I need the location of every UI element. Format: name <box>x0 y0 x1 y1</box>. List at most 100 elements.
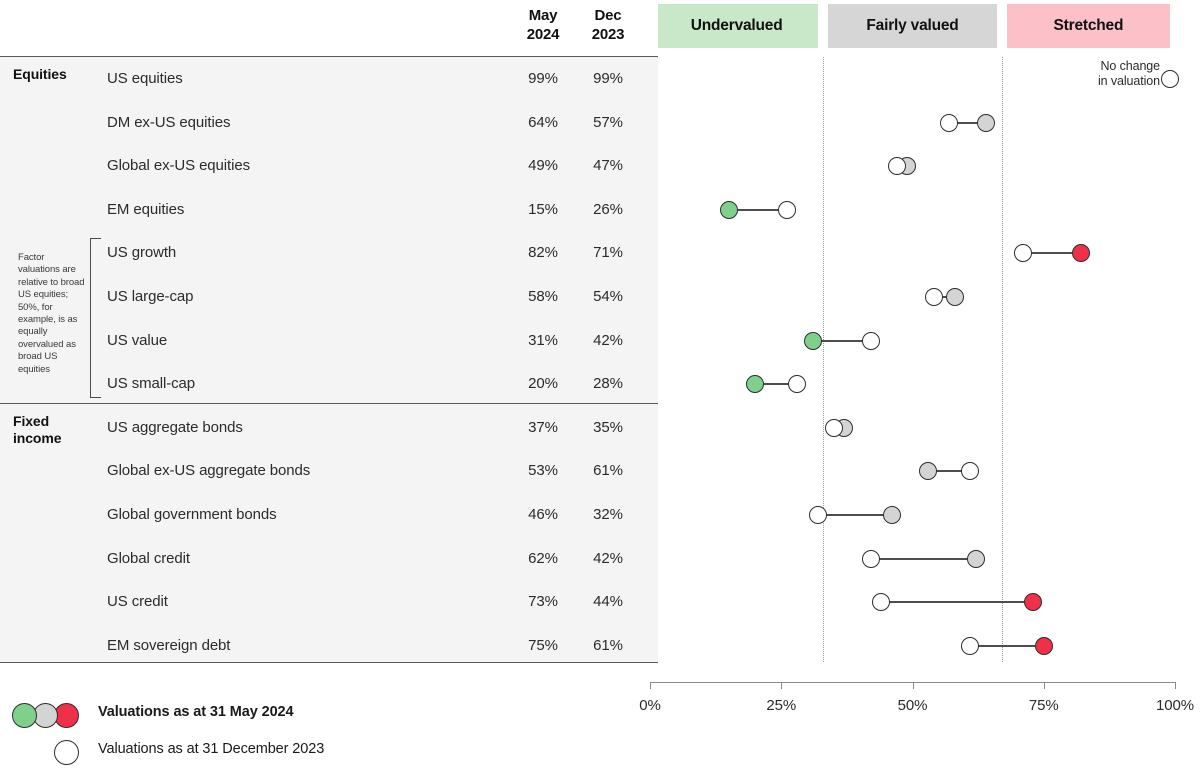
row-label: US credit <box>107 593 168 610</box>
axis-tick <box>1175 682 1176 689</box>
legend-label-current: Valuations as at 31 May 2024 <box>98 704 294 720</box>
legend-swatches-previous <box>12 737 88 767</box>
row-value-dec-2023: 47% <box>593 157 623 174</box>
dot-may-2024 <box>977 114 995 132</box>
connector-line <box>1022 252 1081 254</box>
dot-may-2024 <box>966 550 985 568</box>
gridline-67pct <box>1001 57 1003 662</box>
row-label: Global ex-US equities <box>107 157 250 174</box>
connector-line <box>755 383 797 385</box>
row-value-may-2024: 58% <box>528 288 558 305</box>
connector-line <box>949 122 986 124</box>
dot-dec-2023 <box>861 550 880 568</box>
row-value-dec-2023: 61% <box>593 637 623 654</box>
row-label: Global ex-US aggregate bonds <box>107 462 311 479</box>
row-value-dec-2023: 28% <box>593 375 623 392</box>
group-label-fixed-income: Fixed income <box>13 413 62 447</box>
axis-tick <box>650 682 651 689</box>
group-label-equities: Equities <box>13 66 67 83</box>
row-value-may-2024: 37% <box>528 419 558 436</box>
row-value-may-2024: 46% <box>528 506 558 523</box>
row-label: US growth <box>107 244 177 261</box>
group-label-fixed-line1: Fixed <box>13 413 50 429</box>
dot-dec-2023 <box>1160 70 1179 88</box>
dot-dec-2023 <box>940 114 959 132</box>
axis-tick-label: 0% <box>639 697 661 714</box>
row-value-dec-2023: 26% <box>593 201 623 218</box>
row-value-may-2024: 20% <box>528 375 558 392</box>
axis-tick-label: 50% <box>897 697 928 714</box>
row-value-may-2024: 31% <box>528 332 558 349</box>
row-value-dec-2023: 44% <box>593 593 623 610</box>
factor-group-bracket <box>90 238 101 398</box>
row-label: US value <box>107 332 168 349</box>
row-value-may-2024: 62% <box>528 550 558 567</box>
row-label: US small-cap <box>107 375 195 392</box>
valuation-chart-page: Undervalued Fairly valued Stretched May 20… <box>0 0 1200 772</box>
connector-line <box>928 470 971 472</box>
row-value-may-2024: 75% <box>528 637 558 654</box>
legend-label-previous: Valuations as at 31 December 2023 <box>98 741 325 757</box>
dot-dec-2023 <box>961 462 980 480</box>
dot-dec-2023 <box>924 288 943 306</box>
connector-line <box>881 601 1034 603</box>
axis-tick <box>912 682 914 689</box>
column-header-may-line1: May <box>528 7 558 24</box>
no-change-annotation: No change in valuation <box>1075 59 1160 89</box>
connector-line <box>818 514 892 516</box>
row-label: Global credit <box>107 550 190 567</box>
legend-swatch-previous <box>54 740 79 765</box>
dot-dec-2023 <box>777 201 796 219</box>
no-change-line1: No change <box>1100 59 1160 73</box>
band-stretched: Stretched <box>1006 4 1170 48</box>
column-header-may-2024: May 2024 <box>513 6 573 44</box>
divider-table-bottom <box>0 662 658 663</box>
dot-dec-2023 <box>961 637 980 655</box>
dot-dec-2023 <box>887 157 906 175</box>
dot-may-2024 <box>835 419 854 437</box>
row-label: US equities <box>107 70 183 87</box>
dot-dec-2023 <box>809 506 827 524</box>
dot-may-2024 <box>919 462 938 480</box>
row-value-dec-2023: 35% <box>593 419 623 436</box>
axis-tick-label: 25% <box>766 697 797 714</box>
group-label-fixed-line2: income <box>13 430 62 446</box>
dot-may-2024 <box>945 288 964 306</box>
connector-line <box>933 296 955 298</box>
row-value-may-2024: 64% <box>528 114 558 131</box>
column-header-may-line2: 2024 <box>526 26 560 43</box>
dot-may-2024 <box>803 332 822 350</box>
dot-may-2024 <box>719 201 738 219</box>
dot-dec-2023 <box>1013 244 1032 262</box>
dot-may-2024 <box>746 375 764 393</box>
no-change-line2: in valuation <box>1097 74 1160 88</box>
dot-may-2024 <box>898 157 917 175</box>
row-value-dec-2023: 42% <box>593 550 623 567</box>
row-value-dec-2023: 61% <box>593 462 623 479</box>
row-value-may-2024: 82% <box>528 244 558 261</box>
row-value-may-2024: 53% <box>528 462 558 479</box>
column-header-dec-2023: Dec 2023 <box>578 6 638 44</box>
dot-dec-2023 <box>861 332 880 350</box>
row-value-dec-2023: 57% <box>593 114 623 131</box>
axis-tick <box>781 682 783 689</box>
chart-legend: Valuations as at 31 May 2024 Valuations … <box>12 700 572 770</box>
dot-dec-2023 <box>824 419 843 437</box>
dot-may-2024 <box>1071 244 1090 262</box>
row-value-may-2024: 73% <box>528 593 558 610</box>
axis-tick-label: 100% <box>1156 697 1194 714</box>
divider-equities-fixedincome <box>0 403 658 404</box>
row-label: DM ex-US equities <box>107 114 231 131</box>
row-label: EM equities <box>107 201 185 218</box>
dot-may-2024 <box>882 506 901 524</box>
connector-line <box>812 340 871 342</box>
row-value-dec-2023: 99% <box>593 70 623 87</box>
group-label-equities-line1: Equities <box>13 66 67 82</box>
row-label: Global government bonds <box>107 506 277 523</box>
row-value-may-2024: 49% <box>528 157 558 174</box>
row-value-dec-2023: 42% <box>593 332 623 349</box>
connector-line <box>728 209 787 211</box>
dot-dec-2023 <box>872 593 890 611</box>
factor-valuation-note: Factor valuations are relative to broad … <box>18 252 85 375</box>
row-value-dec-2023: 54% <box>593 288 623 305</box>
